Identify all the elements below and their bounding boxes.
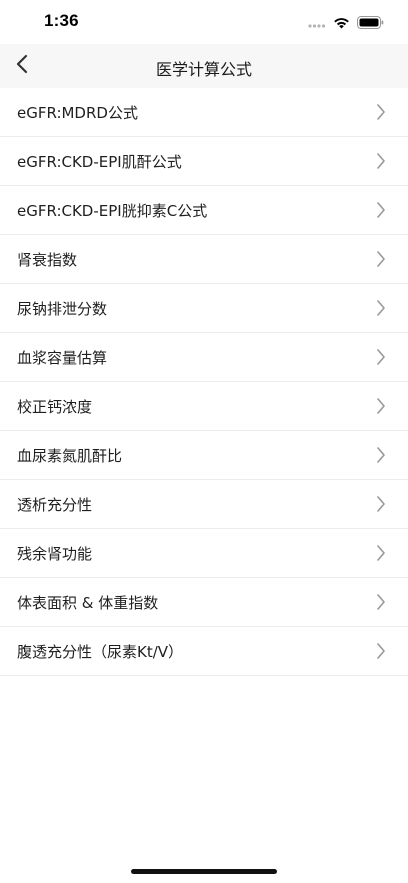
signal-dots-icon [308, 14, 326, 33]
list-item-label: 校正钙浓度 [17, 398, 93, 416]
chevron-right-icon [376, 397, 386, 415]
nav-bar: 医学计算公式 [0, 44, 408, 88]
list-item-egfr-ckd-epi-creatinine[interactable]: eGFR:CKD-EPI肌酐公式 [0, 137, 408, 186]
wifi-icon [333, 14, 350, 33]
chevron-right-icon [376, 642, 386, 660]
list-item-label: 血浆容量估算 [17, 349, 108, 367]
chevron-right-icon [376, 593, 386, 611]
list-item-corrected-calcium[interactable]: 校正钙浓度 [0, 382, 408, 431]
list-item-label: 尿钠排泄分数 [17, 300, 108, 318]
status-icons [308, 14, 384, 33]
list-item-residual-renal-function[interactable]: 残余肾功能 [0, 529, 408, 578]
list-item-label: 体表面积 & 体重指数 [17, 594, 159, 612]
list-item-label: eGFR:MDRD公式 [17, 104, 138, 122]
home-indicator[interactable] [131, 869, 277, 874]
list-item-renal-failure-index[interactable]: 肾衰指数 [0, 235, 408, 284]
list-item-egfr-mdrd[interactable]: eGFR:MDRD公式 [0, 88, 408, 137]
chevron-right-icon [376, 446, 386, 464]
chevron-right-icon [376, 152, 386, 170]
chevron-right-icon [376, 299, 386, 317]
list-item-label: 残余肾功能 [17, 545, 93, 563]
list-item-egfr-ckd-epi-cystatin-c[interactable]: eGFR:CKD-EPI胱抑素C公式 [0, 186, 408, 235]
list-item-label: eGFR:CKD-EPI肌酐公式 [17, 153, 182, 171]
list-item-bun-creatinine-ratio[interactable]: 血尿素氮肌酐比 [0, 431, 408, 480]
formula-list: eGFR:MDRD公式 eGFR:CKD-EPI肌酐公式 eGFR:CKD-EP… [0, 88, 408, 676]
list-item-label: 肾衰指数 [17, 251, 78, 269]
list-item-plasma-volume-estimate[interactable]: 血浆容量估算 [0, 333, 408, 382]
list-item-bsa-bmi[interactable]: 体表面积 & 体重指数 [0, 578, 408, 627]
list-item-dialysis-adequacy[interactable]: 透析充分性 [0, 480, 408, 529]
list-item-peritoneal-dialysis-ktv[interactable]: 腹透充分性（尿素Kt/V） [0, 627, 408, 676]
chevron-right-icon [376, 250, 386, 268]
chevron-right-icon [376, 103, 386, 121]
chevron-right-icon [376, 201, 386, 219]
list-item-label: eGFR:CKD-EPI胱抑素C公式 [17, 202, 208, 220]
list-item-label: 透析充分性 [17, 496, 93, 514]
chevron-right-icon [376, 348, 386, 366]
list-item-label: 血尿素氮肌酐比 [17, 447, 123, 465]
status-bar: 1:36 [0, 0, 408, 44]
list-item-label: 腹透充分性（尿素Kt/V） [17, 643, 184, 661]
page-title: 医学计算公式 [155, 60, 252, 79]
chevron-right-icon [376, 495, 386, 513]
status-time: 1:36 [44, 11, 79, 30]
battery-icon [357, 14, 384, 33]
list-item-fractional-sodium-excretion[interactable]: 尿钠排泄分数 [0, 284, 408, 333]
chevron-right-icon [376, 544, 386, 562]
